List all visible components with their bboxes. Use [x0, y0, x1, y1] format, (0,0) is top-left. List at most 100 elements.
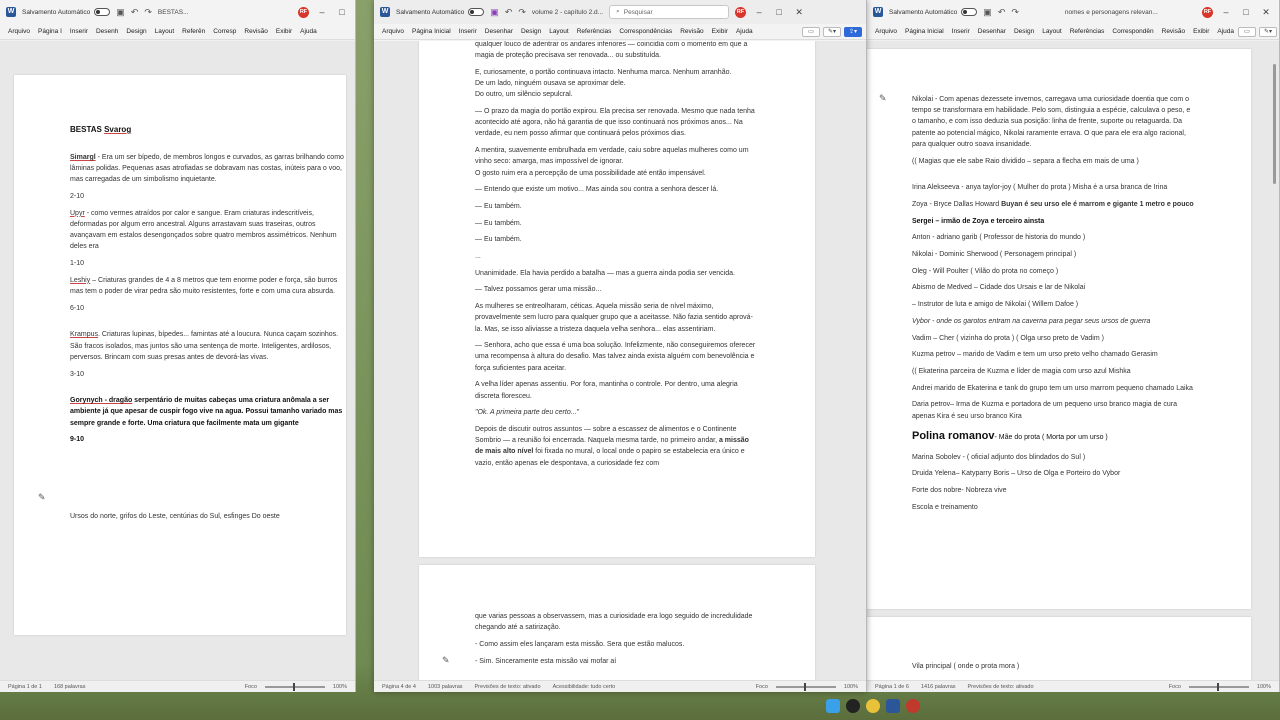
undo-icon[interactable]: ↶	[998, 7, 1006, 18]
tab-inserir[interactable]: Inserir	[948, 28, 974, 35]
redo-icon[interactable]: ↷	[144, 7, 152, 18]
maximize-icon[interactable]: □	[772, 7, 786, 17]
document-page-2[interactable]: que varias pessoas a observassem, mas a …	[419, 565, 815, 680]
avatar[interactable]: RF	[298, 6, 309, 18]
maximize-icon[interactable]: □	[335, 7, 349, 17]
tab-pagina-inicial[interactable]: Página Inicial	[408, 28, 455, 35]
chrome-icon[interactable]	[866, 699, 880, 713]
tab-correspondencias[interactable]: Corresp	[209, 28, 240, 35]
word-taskbar-icon[interactable]	[886, 699, 900, 713]
tab-desenhar[interactable]: Desenhar	[974, 28, 1010, 35]
minimize-icon[interactable]: –	[1219, 7, 1233, 17]
status-words[interactable]: 168 palavras	[54, 684, 86, 690]
document-canvas[interactable]: Nikolai - Com apenas dezessete invernos,…	[867, 41, 1279, 680]
tab-design[interactable]: Design	[1010, 28, 1038, 35]
tab-ajuda[interactable]: Ajuda	[296, 28, 321, 35]
editing-mode-button[interactable]: ✎▾	[823, 26, 841, 37]
zoom-slider[interactable]	[1188, 682, 1249, 691]
tab-exibir[interactable]: Exibir	[1189, 28, 1213, 35]
tab-inserir[interactable]: Inserir	[455, 28, 481, 35]
windows-start-icon[interactable]	[826, 699, 840, 713]
tab-ajuda[interactable]: Ajuda	[1213, 28, 1238, 35]
tab-design[interactable]: Design	[122, 28, 150, 35]
minimize-icon[interactable]: –	[315, 7, 329, 17]
github-icon[interactable]	[846, 699, 860, 713]
autosave-control[interactable]: Salvamento Automático	[22, 8, 111, 16]
document-page[interactable]: qualquer louco de adentrar os andares in…	[419, 41, 815, 557]
autosave-control[interactable]: Salvamento Automático	[396, 8, 485, 16]
zoom-level[interactable]: 100%	[844, 684, 858, 690]
editing-mode-button[interactable]: ✎▾	[1259, 26, 1277, 37]
document-canvas[interactable]: qualquer louco de adentrar os andares in…	[374, 41, 866, 680]
character-line: Oleg - Will Poulter ( Vilão do prota no …	[912, 267, 1059, 275]
maximize-icon[interactable]: □	[1239, 7, 1253, 17]
close-icon[interactable]: ✕	[792, 7, 806, 18]
tab-inserir[interactable]: Inserir	[66, 28, 92, 35]
comments-icon[interactable]: ▭	[802, 26, 820, 37]
document-page[interactable]: Nikolai - Com apenas dezessete invernos,…	[867, 49, 1251, 609]
story-paragraph: — O prazo da magia do portão expirou. El…	[475, 108, 755, 138]
vertical-scrollbar[interactable]	[1272, 44, 1277, 676]
document-page[interactable]: BESTAS Svarog Simargl - Era um ser bíped…	[14, 75, 346, 635]
close-icon[interactable]: ✕	[1259, 7, 1273, 18]
save-icon[interactable]: ▣	[983, 7, 992, 18]
tab-referencias[interactable]: Referências	[1066, 28, 1109, 35]
save-icon[interactable]: ▣	[116, 7, 125, 18]
autosave-toggle[interactable]	[94, 8, 111, 16]
focus-button[interactable]: Foco	[756, 684, 768, 690]
tab-pagina-inicial[interactable]: Página I	[34, 28, 66, 35]
tab-revisao[interactable]: Revisão	[1158, 28, 1189, 35]
focus-button[interactable]: Foco	[1169, 684, 1181, 690]
autosave-toggle[interactable]	[961, 8, 978, 16]
tab-referencias[interactable]: Referên	[178, 28, 209, 35]
status-text-predictions[interactable]: Previsões de texto: ativado	[475, 684, 541, 690]
avatar[interactable]: RF	[735, 6, 747, 18]
redo-icon[interactable]: ↷	[518, 7, 526, 18]
zoom-slider[interactable]	[264, 682, 325, 691]
tab-layout[interactable]: Layout	[151, 28, 179, 35]
undo-icon[interactable]: ↶	[131, 7, 139, 18]
tab-revisao[interactable]: Revisão	[676, 28, 707, 35]
tab-design[interactable]: Design	[517, 28, 545, 35]
autosave-toggle[interactable]	[468, 8, 485, 16]
tab-revisao[interactable]: Revisão	[240, 28, 271, 35]
tab-pagina-inicial[interactable]: Página Inicial	[901, 28, 948, 35]
redo-icon[interactable]: ↷	[1011, 7, 1019, 18]
zoom-level[interactable]: 100%	[1257, 684, 1271, 690]
tab-exibir[interactable]: Exibir	[272, 28, 296, 35]
focus-button[interactable]: Foco	[245, 684, 257, 690]
tab-desenhar[interactable]: Desenhar	[481, 28, 517, 35]
status-page[interactable]: Página 4 de 4	[382, 684, 416, 690]
tab-desenhar[interactable]: Desenh	[92, 28, 122, 35]
tab-layout[interactable]: Layout	[545, 28, 573, 35]
avatar[interactable]: RF	[1202, 6, 1213, 18]
tab-referencias[interactable]: Referências	[573, 28, 616, 35]
zoom-level[interactable]: 100%	[333, 684, 347, 690]
status-words[interactable]: 1416 palavras	[921, 684, 956, 690]
tab-layout[interactable]: Layout	[1038, 28, 1066, 35]
app-taskbar-icon[interactable]	[906, 699, 920, 713]
status-page[interactable]: Página 1 de 6	[875, 684, 909, 690]
zoom-slider[interactable]	[775, 682, 836, 691]
status-accessibility[interactable]: Acessibilidade: tudo certo	[553, 684, 616, 690]
search-input[interactable]: ⌕ Pesquisar	[609, 5, 730, 19]
status-page[interactable]: Página 1 de 1	[8, 684, 42, 690]
tab-arquivo[interactable]: Arquivo	[4, 28, 34, 35]
tab-exibir[interactable]: Exibir	[708, 28, 732, 35]
tab-correspondencias[interactable]: Correspondências	[615, 28, 676, 35]
document-canvas[interactable]: BESTAS Svarog Simargl - Era um ser bíped…	[0, 41, 355, 680]
tab-arquivo[interactable]: Arquivo	[871, 28, 901, 35]
save-icon[interactable]: ▣	[490, 7, 499, 18]
autosave-control[interactable]: Salvamento Automático	[889, 8, 978, 16]
document-page-2[interactable]: Vila principal ( onde o prota mora )	[867, 617, 1251, 680]
creature-gorynych: Gorynych - dragão serpentário de muitas …	[70, 397, 343, 427]
comments-icon[interactable]: ▭	[1238, 26, 1256, 37]
undo-icon[interactable]: ↶	[505, 7, 513, 18]
tab-correspondencias[interactable]: Correspondên	[1108, 28, 1157, 35]
status-text-predictions[interactable]: Previsões de texto: ativado	[968, 684, 1034, 690]
status-words[interactable]: 1003 palavras	[428, 684, 463, 690]
share-button[interactable]: ⇪▾	[844, 26, 862, 37]
tab-arquivo[interactable]: Arquivo	[378, 28, 408, 35]
minimize-icon[interactable]: –	[752, 7, 766, 17]
tab-ajuda[interactable]: Ajuda	[732, 28, 757, 35]
